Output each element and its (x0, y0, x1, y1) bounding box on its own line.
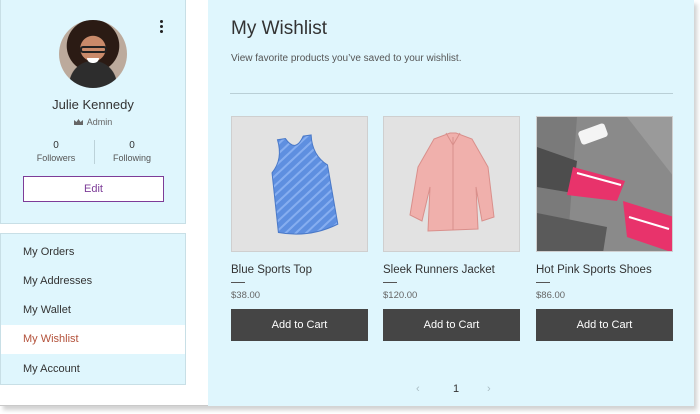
product-price: $86.00 (536, 290, 566, 301)
nav-item-my-wallet[interactable]: My Wallet (1, 296, 185, 325)
nav-item-my-addresses[interactable]: My Addresses (1, 267, 185, 296)
nav-item-my-orders[interactable]: My Orders (1, 238, 185, 267)
divider (230, 93, 673, 94)
product-card[interactable]: Sleek Runners Jacket $120.00 Add to Cart (383, 116, 520, 341)
add-to-cart-button[interactable]: Add to Cart (231, 309, 368, 341)
name-underline (536, 282, 550, 283)
account-nav: My Orders My Addresses My Wallet My Wish… (0, 233, 186, 385)
app-frame: Julie Kennedy Admin 0 Followers 0 Follow… (0, 0, 694, 406)
follow-stats: 0 Followers 0 Following (21, 140, 167, 164)
following-stat[interactable]: 0 Following (97, 140, 167, 164)
crown-icon (73, 119, 83, 125)
followers-count: 0 (53, 140, 59, 151)
product-name[interactable]: Blue Sports Top (231, 264, 368, 276)
name-underline (231, 282, 245, 283)
profile-card: Julie Kennedy Admin 0 Followers 0 Follow… (0, 0, 186, 224)
edit-profile-button[interactable]: Edit (23, 176, 164, 202)
product-price: $38.00 (231, 290, 261, 301)
user-name: Julie Kennedy (52, 97, 134, 112)
next-page-icon[interactable]: › (487, 383, 491, 395)
wishlist-panel: My Wishlist View favorite products you’v… (208, 0, 694, 406)
product-price: $120.00 (383, 290, 418, 301)
role-label: Admin (86, 117, 113, 127)
nav-item-my-wishlist[interactable]: My Wishlist (1, 325, 185, 354)
stats-divider (94, 140, 95, 164)
glasses-detail (80, 46, 107, 53)
product-image-blue-tank-top[interactable] (231, 116, 368, 252)
previous-page-icon[interactable]: ‹ (416, 383, 420, 395)
following-label: Following (112, 153, 152, 163)
followers-stat[interactable]: 0 Followers (21, 140, 91, 164)
product-card[interactable]: Hot Pink Sports Shoes $86.00 Add to Cart (536, 116, 673, 341)
more-options-icon[interactable] (159, 20, 165, 34)
nav-item-my-account[interactable]: My Account (1, 355, 185, 384)
product-name[interactable]: Hot Pink Sports Shoes (536, 264, 673, 276)
current-page[interactable]: 1 (453, 383, 459, 395)
page-title: My Wishlist (231, 18, 328, 39)
product-name[interactable]: Sleek Runners Jacket (383, 264, 520, 276)
product-card[interactable]: Blue Sports Top $38.00 Add to Cart (231, 116, 368, 341)
following-count: 0 (129, 140, 135, 151)
avatar[interactable] (59, 20, 127, 88)
add-to-cart-button[interactable]: Add to Cart (536, 309, 673, 341)
name-underline (383, 282, 397, 283)
product-image-pink-jacket[interactable] (383, 116, 520, 252)
pagination: ‹ 1 › (208, 383, 694, 397)
user-role: Admin (1, 117, 185, 127)
pink-jacket-illustration (409, 132, 495, 232)
followers-label: Followers (36, 153, 76, 163)
blue-tank-top-illustration (271, 134, 339, 235)
product-image-pink-sneakers[interactable] (536, 116, 673, 252)
smile-detail (87, 58, 99, 63)
add-to-cart-button[interactable]: Add to Cart (383, 309, 520, 341)
page-subtitle: View favorite products you’ve saved to y… (231, 53, 462, 64)
pink-sneakers-illustration (537, 117, 672, 251)
